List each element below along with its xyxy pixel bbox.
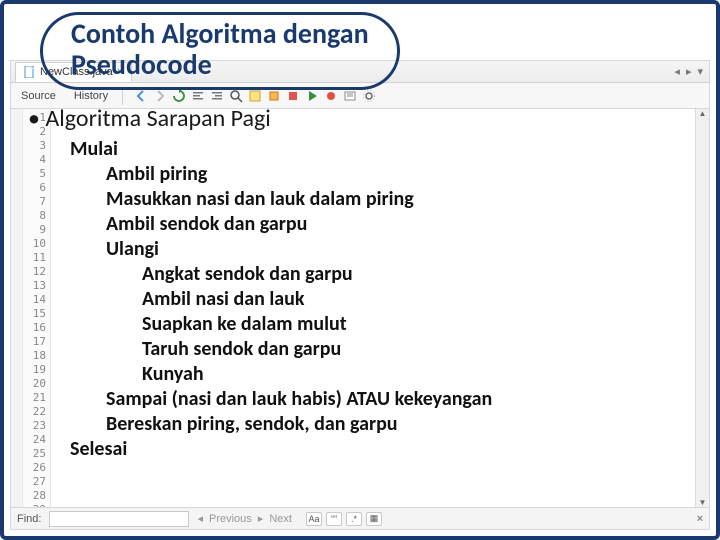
find-bar: Find: ◂ Previous ▸ Next Aa “” .* ▦ × [11,507,709,529]
match-case-icon[interactable]: Aa [306,512,322,526]
highlight-icon[interactable] [247,88,263,104]
bullet-heading: • Algoritma Sarapan Pagi [28,104,692,133]
settings-icon[interactable] [361,88,377,104]
regex-icon[interactable]: .* [346,512,362,526]
refresh-icon[interactable] [171,88,187,104]
find-next-icon[interactable]: ▸ [258,512,264,525]
highlight-all-icon[interactable]: ▦ [366,512,382,526]
format-left-icon[interactable] [190,88,206,104]
breakpoint-gutter[interactable] [11,109,23,507]
pseudo-line: Ambil nasi dan lauk [70,287,692,312]
stop-icon[interactable] [285,88,301,104]
find-prev-label[interactable]: Previous [209,513,252,525]
chevron-right-icon[interactable]: ▸ [686,65,692,78]
slide-body: • Algoritma Sarapan Pagi Mulai Ambil pir… [28,104,692,462]
line-number: 26 [23,461,46,475]
pseudo-end: Selesai [70,437,692,462]
slide-title: Contoh Algoritma dengan Pseudocode [40,12,400,90]
vertical-scrollbar[interactable] [695,109,709,507]
pseudo-line: Taruh sendok dan garpu [70,337,692,362]
title-line-2: Pseudocode [71,47,212,82]
search-icon[interactable] [228,88,244,104]
find-prev-icon[interactable]: ◂ [197,512,203,525]
dropdown-icon[interactable]: ▾ [697,65,703,78]
pseudo-line: Bereskan piring, sendok, dan garpu [70,412,692,437]
pseudo-line: Kunyah [70,362,692,387]
find-close-icon[interactable]: × [697,513,703,525]
line-number: 27 [23,475,46,489]
run-icon[interactable] [304,88,320,104]
whole-word-icon[interactable]: “” [326,512,342,526]
find-nav: ◂ Previous ▸ Next [197,512,291,525]
pseudo-line: Ambil sendok dan garpu [70,212,692,237]
pseudo-start: Mulai [70,137,692,162]
pseudo-line: Masukkan nasi dan lauk dalam piring [70,187,692,212]
pseudo-line: Suapkan ke dalam mulut [70,312,692,337]
nav-forward-icon[interactable] [152,88,168,104]
tag-icon[interactable] [266,88,282,104]
pseudocode-block: Mulai Ambil piring Masukkan nasi dan lau… [28,137,692,462]
find-label: Find: [17,513,41,525]
find-next-label[interactable]: Next [269,513,292,525]
pseudo-line: Ulangi [70,237,692,262]
toolbar-icon-group [133,88,377,104]
format-right-icon[interactable] [209,88,225,104]
pseudo-line: Sampai (nasi dan lauk habis) ATAU kekeya… [70,387,692,412]
pseudo-line: Ambil piring [70,162,692,187]
title-line-1: Contoh Algoritma dengan [71,16,369,51]
find-input[interactable] [49,511,189,527]
history-tab[interactable]: History [70,89,112,103]
breakpoint-icon[interactable] [323,88,339,104]
todo-icon[interactable] [342,88,358,104]
line-number: 28 [23,489,46,503]
source-tab[interactable]: Source [17,89,60,103]
slide-title-container: Contoh Algoritma dengan Pseudocode [40,12,680,90]
nav-back-icon[interactable] [133,88,149,104]
find-options: Aa “” .* ▦ [306,512,382,526]
pseudo-line: Angkat sendok dan garpu [70,262,692,287]
java-file-icon [24,66,36,78]
